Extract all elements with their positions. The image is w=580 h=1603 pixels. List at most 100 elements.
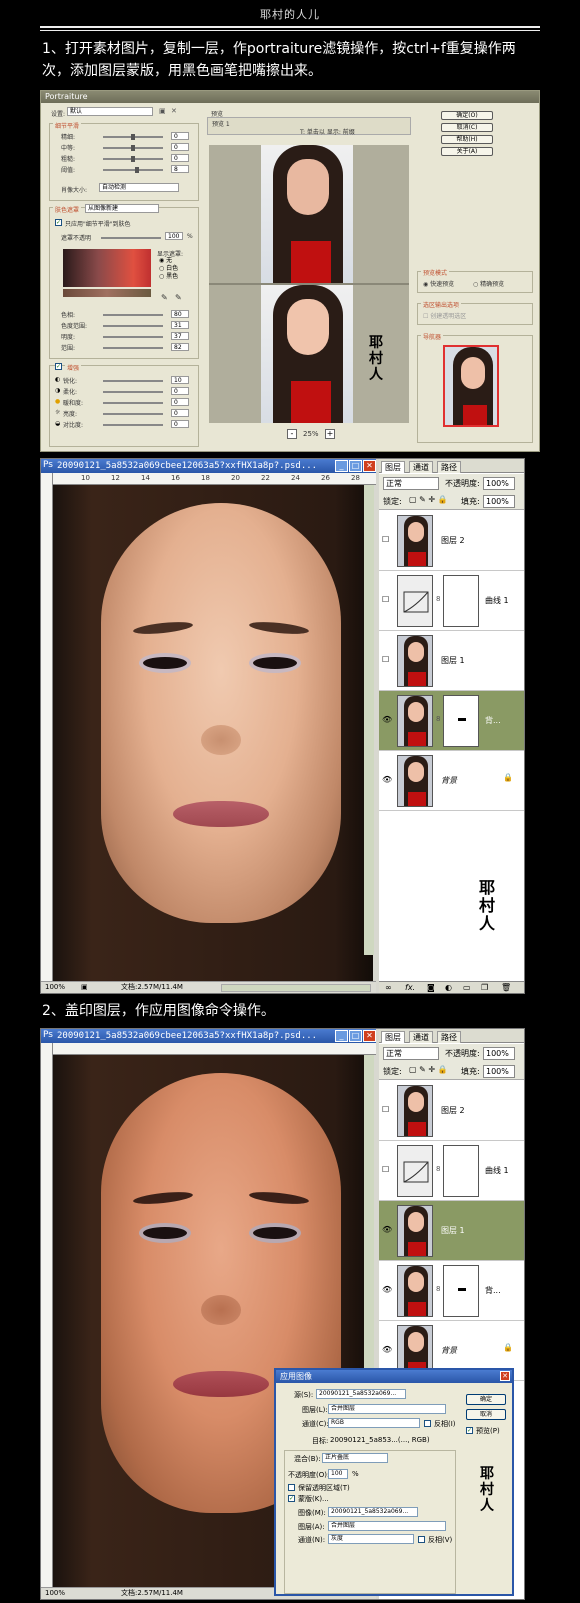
close-button[interactable]: ✕ (363, 460, 376, 472)
ok-button[interactable]: 确定 (466, 1394, 506, 1405)
eyedropper-icon[interactable]: ✎ (161, 293, 168, 302)
preserve-checkbox[interactable] (288, 1484, 295, 1491)
zoom-level[interactable]: 100% (45, 1588, 65, 1599)
tab-layers[interactable]: 图层 (381, 461, 405, 473)
display-option[interactable]: ◉ 无 (159, 257, 178, 265)
source-dropdown[interactable]: 20090121_5a8532a069... (316, 1389, 406, 1399)
value-field[interactable]: 82 (171, 343, 189, 351)
skin-mode-dropdown[interactable]: 从图像新建 (85, 204, 159, 213)
close-button[interactable]: ✕ (363, 1030, 376, 1042)
value-field[interactable]: 0 (171, 420, 189, 428)
output-option[interactable]: ☐ 创建透明选区 (423, 311, 466, 320)
layer-row-selected[interactable]: 👁 8 背... (379, 691, 524, 751)
value-field[interactable]: 0 (171, 409, 189, 417)
opacity-field[interactable]: 100% (483, 1047, 515, 1060)
value-field[interactable]: 0 (171, 143, 189, 151)
value-field[interactable]: 31 (171, 321, 189, 329)
maximize-button[interactable]: □ (349, 1030, 362, 1042)
ok-button[interactable]: 确定(O) (441, 111, 493, 120)
help-button[interactable]: 帮助(H) (441, 135, 493, 144)
feature-size-dropdown[interactable]: 自动检测 (99, 183, 179, 192)
value-field[interactable]: 0 (171, 132, 189, 140)
display-option[interactable]: ○ 黑色 (159, 273, 178, 281)
tab-layers[interactable]: 图层 (381, 1031, 405, 1043)
slider-track[interactable] (101, 237, 161, 239)
about-button[interactable]: 关于(A) (441, 147, 493, 156)
value-field[interactable]: 0 (171, 387, 189, 395)
mask-invert-checkbox[interactable] (418, 1536, 425, 1543)
preview-area[interactable]: 耶村人 (209, 145, 409, 423)
slider-knob[interactable] (131, 134, 135, 140)
slider-knob[interactable] (131, 145, 135, 151)
opacity-field[interactable]: 100% (483, 477, 515, 490)
blending-dropdown[interactable]: 正片叠底 (322, 1453, 388, 1463)
lock-icons[interactable]: ▢ ✎ ✛ 🔒 (409, 1065, 448, 1074)
navigator-thumb[interactable] (443, 345, 499, 427)
group-icon[interactable]: ▭ (463, 983, 471, 992)
color-range-bar[interactable] (63, 289, 151, 297)
slider-track[interactable] (103, 380, 163, 382)
preview-mode-precise[interactable]: ○ 精确预览 (473, 279, 504, 288)
add-mask-icon[interactable]: ◙ (427, 983, 435, 992)
slider-track[interactable] (103, 391, 163, 393)
value-field[interactable]: 8 (171, 165, 189, 173)
layer-row[interactable]: ☐ 8 曲线 1 (379, 1141, 524, 1201)
mask-opacity-field[interactable]: 100 (165, 232, 183, 240)
mask-layer-dropdown[interactable]: 合并图层 (328, 1521, 446, 1531)
layer-row[interactable]: 👁 背景 🔒 (379, 751, 524, 811)
status-icon[interactable]: ▣ (81, 982, 88, 993)
visibility-toggle[interactable]: ☐ (382, 655, 392, 665)
channel-dropdown[interactable]: RGB (328, 1418, 420, 1428)
delete-preset-icon[interactable]: ✕ (171, 107, 177, 115)
canvas[interactable] (53, 485, 373, 981)
eye-icon[interactable]: 👁 (382, 1225, 392, 1235)
fill-field[interactable]: 100% (483, 495, 515, 508)
color-picker-area[interactable] (63, 249, 151, 287)
slider-knob[interactable] (131, 156, 135, 162)
tab-channels[interactable]: 通道 (409, 1031, 433, 1043)
adjustment-icon[interactable]: ◐ (445, 983, 452, 992)
layer-row[interactable]: 👁 8 背... (379, 1261, 524, 1321)
slider-track[interactable] (103, 413, 163, 415)
maximize-button[interactable]: □ (349, 460, 362, 472)
slider-track[interactable] (103, 336, 163, 338)
value-field[interactable]: 37 (171, 332, 189, 340)
save-preset-icon[interactable]: ▣ (159, 107, 166, 115)
value-field[interactable]: 0 (171, 154, 189, 162)
eye-icon[interactable]: 👁 (382, 1345, 392, 1355)
slider-track[interactable] (103, 325, 163, 327)
invert-checkbox[interactable] (424, 1420, 431, 1427)
layer-row[interactable]: ☐ 图层 1 (379, 631, 524, 691)
slider-track[interactable] (103, 314, 163, 316)
minimize-button[interactable]: _ (335, 1030, 348, 1042)
trash-icon[interactable]: 🗑 (501, 983, 511, 992)
layer-dropdown[interactable]: 合并图层 (328, 1404, 446, 1414)
zoom-out-button[interactable]: - (287, 429, 297, 439)
visibility-toggle[interactable]: ☐ (382, 1105, 392, 1115)
image-dropdown[interactable]: 20090121_5a8532a069... (328, 1507, 418, 1517)
opacity-field[interactable]: 100 (328, 1469, 348, 1479)
close-button[interactable]: ✕ (500, 1371, 510, 1381)
tab-paths[interactable]: 路径 (437, 461, 461, 473)
blend-mode-dropdown[interactable]: 正常 (383, 1047, 439, 1060)
slider-track[interactable] (103, 169, 163, 171)
preview-checkbox[interactable]: ✓ (466, 1427, 473, 1434)
slider-knob[interactable] (135, 167, 139, 173)
cancel-button[interactable]: 取消(C) (441, 123, 493, 132)
horizontal-scrollbar[interactable] (221, 984, 371, 992)
eye-icon[interactable]: 👁 (382, 775, 392, 785)
mask-channel-dropdown[interactable]: 灰度 (328, 1534, 414, 1544)
zoom-level[interactable]: 100% (45, 982, 65, 993)
preview-subtab[interactable]: 预览 1 (212, 119, 230, 128)
slider-track[interactable] (103, 347, 163, 349)
value-field[interactable]: 0 (171, 398, 189, 406)
skin-only-checkbox[interactable]: ✓ (55, 219, 62, 226)
visibility-toggle[interactable]: ☐ (382, 1165, 392, 1175)
zoom-in-button[interactable]: + (325, 429, 335, 439)
layer-row-selected[interactable]: 👁 图层 1 (379, 1201, 524, 1261)
preview-mode-fast[interactable]: ◉ 快速预览 (423, 279, 454, 288)
fx-icon[interactable]: fx. (405, 983, 415, 992)
blend-mode-dropdown[interactable]: 正常 (383, 477, 439, 490)
value-field[interactable]: 80 (171, 310, 189, 318)
eye-icon[interactable]: 👁 (382, 715, 392, 725)
